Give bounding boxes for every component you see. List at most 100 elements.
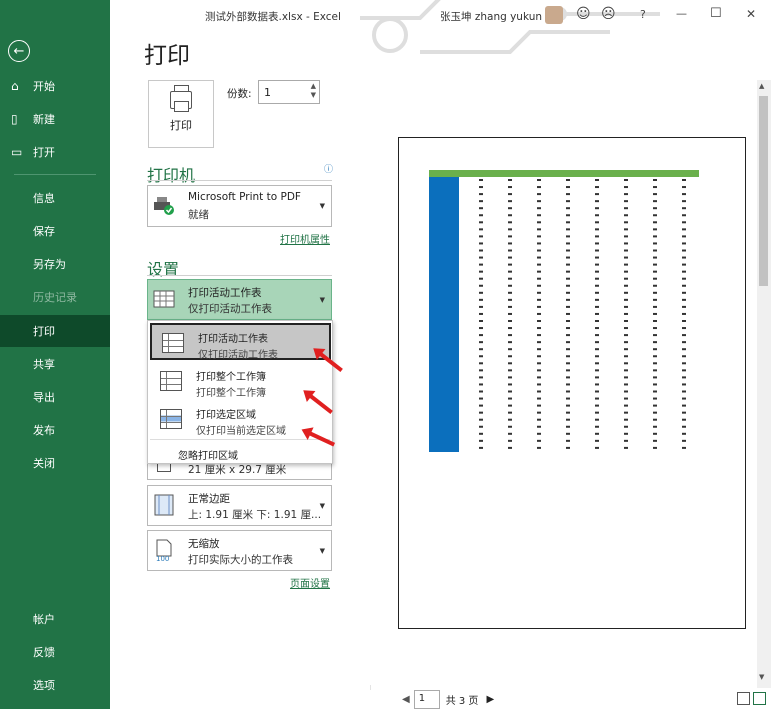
- sheet-cell-mark: [624, 221, 628, 224]
- sheet-cell-mark: [653, 355, 657, 358]
- user-name[interactable]: 张玉坤 zhang yukun: [440, 9, 542, 24]
- sheet-cell-mark: [479, 390, 483, 393]
- sheet-cell-mark: [479, 446, 483, 449]
- sheet-cell-mark: [566, 404, 570, 407]
- sheet-cell-mark: [624, 404, 628, 407]
- sheet-cell-mark: [479, 327, 483, 330]
- back-arrow-icon[interactable]: ←: [8, 40, 30, 62]
- sheet-cell-mark: [508, 425, 512, 428]
- menu-item-subtitle: 仅打印当前选定区域: [196, 426, 286, 437]
- smile-icon[interactable]: ☺: [576, 6, 591, 22]
- sidebar-item-close[interactable]: 关闭: [0, 447, 110, 479]
- sidebar-item-options[interactable]: 选项: [0, 669, 110, 701]
- sheet-cell-mark: [595, 284, 599, 287]
- sheet-cell-mark: [508, 242, 512, 245]
- sheet-cell-mark: [653, 376, 657, 379]
- sidebar-item-new[interactable]: ▯ 新建: [0, 103, 110, 135]
- sheet-cell-mark: [566, 270, 570, 273]
- sheet-cell-mark: [624, 369, 628, 372]
- menu-item-title: 打印活动工作表: [198, 334, 268, 345]
- copies-input[interactable]: 1 ▲ ▼: [258, 80, 320, 104]
- sheet-cell-mark: [566, 305, 570, 308]
- sidebar-item-open[interactable]: ▭ 打开: [0, 136, 110, 168]
- sheet-cell-mark: [653, 341, 657, 344]
- sidebar-item-export[interactable]: 导出: [0, 381, 110, 413]
- sheet-cell-mark: [479, 298, 483, 301]
- scroll-up-icon[interactable]: ▲: [759, 82, 764, 90]
- sheet-cell-mark: [624, 291, 628, 294]
- scroll-thumb[interactable]: [759, 96, 768, 286]
- sheet-cell-mark: [537, 320, 541, 322]
- menu-item-title: 打印选定区域: [196, 410, 256, 421]
- margins-dropdown[interactable]: 正常边距 上: 1.91 厘米 下: 1.91 厘... ▼: [147, 485, 332, 526]
- sidebar-item-account[interactable]: 帐户: [0, 603, 110, 635]
- sheet-cell-mark: [682, 362, 686, 365]
- sheet-cell-mark: [624, 425, 628, 428]
- sheet-cell-mark: [508, 439, 512, 442]
- page-setup-link[interactable]: 页面设置: [290, 575, 330, 590]
- sheet-cell-mark: [479, 305, 483, 308]
- sheet-cell-mark: [566, 327, 570, 330]
- printer-properties-link[interactable]: 打印机属性: [280, 231, 330, 246]
- maximize-icon[interactable]: ☐: [710, 6, 722, 21]
- sheet-cell-mark: [479, 376, 483, 379]
- sheet-cell-mark: [479, 362, 483, 365]
- sheet-cell-mark: [479, 383, 483, 386]
- sheet-cell-mark: [653, 228, 657, 231]
- sheet-cell-mark: [653, 221, 657, 224]
- next-page-icon[interactable]: ▶: [486, 694, 494, 705]
- copies-value: 1: [264, 85, 271, 99]
- sheet-cell-mark: [479, 397, 483, 400]
- sheet-cell-mark: [682, 179, 686, 181]
- minimize-icon[interactable]: —: [676, 7, 687, 20]
- sidebar-item-save-as[interactable]: 另存为: [0, 248, 110, 280]
- sheet-cell-mark: [682, 418, 686, 421]
- printer-dropdown[interactable]: Microsoft Print to PDF 就绪 ▼: [147, 185, 332, 227]
- menu-item-ignore-print-area[interactable]: 忽略打印区域: [178, 447, 238, 462]
- show-margins-icon[interactable]: [737, 692, 750, 705]
- previous-page-icon[interactable]: ◀: [402, 694, 410, 705]
- avatar[interactable]: [545, 6, 563, 24]
- sidebar-item-save[interactable]: 保存: [0, 215, 110, 247]
- close-icon[interactable]: ✕: [746, 7, 756, 21]
- sidebar-item-publish[interactable]: 发布: [0, 414, 110, 446]
- preview-page: [398, 137, 746, 629]
- sheet-cell-mark: [537, 270, 541, 273]
- sheet-cell-mark: [595, 235, 599, 238]
- sheet-cell-mark: [566, 207, 570, 210]
- scaling-dropdown[interactable]: 100 无缩放 打印实际大小的工作表 ▼: [147, 530, 332, 571]
- sidebar-item-share[interactable]: 共享: [0, 348, 110, 380]
- sheet-cell-mark: [595, 263, 599, 266]
- sheet-cell-mark: [566, 235, 570, 238]
- sheet-cell-mark: [595, 305, 599, 308]
- sidebar-item-print[interactable]: 打印: [0, 315, 110, 347]
- page-navigator: ◀ 1 共 3 页 ▶: [398, 690, 498, 709]
- sidebar-item-home[interactable]: ⌂ 开始: [0, 70, 110, 102]
- sidebar-item-history: 历史记录: [0, 281, 110, 313]
- sheet-cell-mark: [595, 270, 599, 273]
- sheet-data-grid: [479, 179, 686, 449]
- sheet-cell-mark: [508, 305, 512, 308]
- sheet-cell-mark: [682, 214, 686, 217]
- print-button[interactable]: 打印: [148, 80, 214, 148]
- sidebar-item-feedback[interactable]: 反馈: [0, 636, 110, 668]
- help-icon[interactable]: ?: [640, 8, 646, 21]
- zoom-to-page-icon[interactable]: [753, 692, 766, 705]
- sheet-cell-mark: [682, 186, 686, 189]
- sheet-cell-mark: [479, 369, 483, 372]
- sheet-cell-mark: [595, 298, 599, 301]
- sheet-cell-mark: [479, 425, 483, 428]
- menu-item-title: 打印整个工作簿: [196, 372, 266, 383]
- frown-icon[interactable]: ☹: [601, 6, 616, 22]
- menu-item-active-sheet[interactable]: 打印活动工作表 仅打印活动工作表: [150, 323, 331, 361]
- sheet-cell-mark: [653, 242, 657, 245]
- sheet-cell-mark: [537, 214, 541, 217]
- sidebar-item-info[interactable]: 信息: [0, 182, 110, 214]
- info-icon[interactable]: ⓘ: [324, 162, 333, 175]
- print-what-dropdown[interactable]: 打印活动工作表 仅打印活动工作表 ▼: [147, 279, 332, 320]
- copies-spinner[interactable]: ▲ ▼: [311, 82, 316, 100]
- sheet-cell-mark: [653, 362, 657, 365]
- page-number-input[interactable]: 1: [413, 690, 440, 709]
- sheet-cell-mark: [595, 425, 599, 428]
- scroll-down-icon[interactable]: ▼: [759, 673, 764, 681]
